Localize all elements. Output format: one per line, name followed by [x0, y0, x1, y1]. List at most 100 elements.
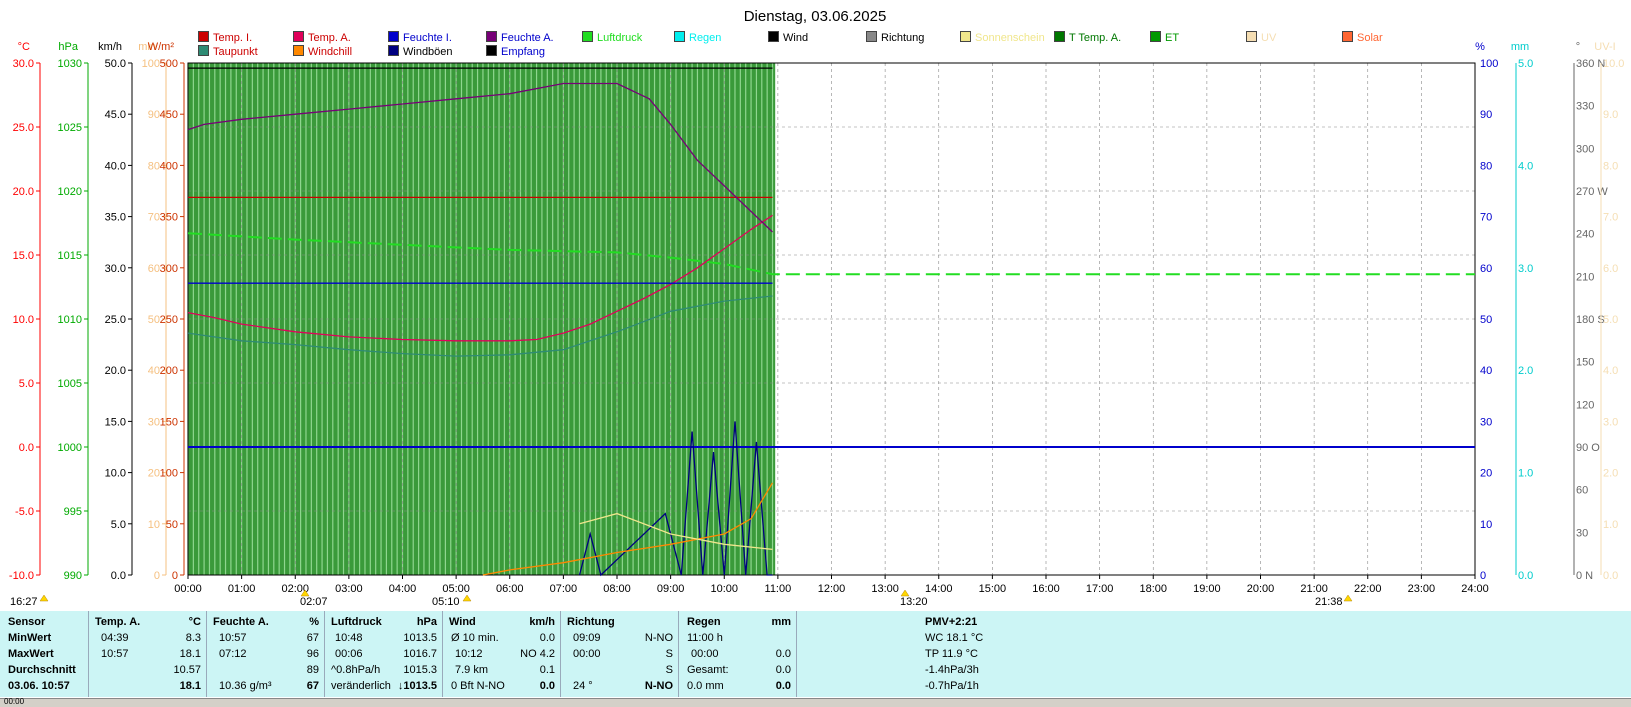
left-axis-tick-label: 20.0 — [105, 365, 126, 377]
left-axis-tick-label: 1020 — [58, 186, 82, 198]
temp-min-value: 8.3 — [185, 632, 201, 644]
legend-item: Windböen — [388, 45, 453, 58]
luftdruck-current-value: ↓1013.5 — [397, 680, 437, 692]
right-axis-tick-label: 1.0 — [1518, 468, 1533, 480]
right-axis-tick-label: 2.0 — [1603, 468, 1618, 480]
marker-label-1: 16:27 — [10, 596, 38, 608]
feuchte-min-value: 67 — [306, 632, 319, 644]
marker-label-3: 05:10 — [432, 596, 460, 608]
stats-wind-column: Wind km/h Ø 10 min. 0.0 10:12 NO 4.2 7.9 km… — [442, 611, 561, 697]
sun-marker-icon — [1343, 594, 1353, 602]
legend-label: Richtung — [881, 32, 925, 44]
left-axis-tick-label: 60 — [148, 263, 160, 275]
right-axis-tick-label: 7.0 — [1603, 212, 1618, 224]
right-axis-tick-label: 180 S — [1576, 314, 1605, 326]
legend-swatch — [388, 45, 399, 56]
stats-pmv-column: PMV+2:21 WC 18.1 °C TP 11.9 °C -1.4hPa/3… — [796, 611, 1628, 697]
left-axis-tick-label: 30 — [148, 416, 160, 428]
regen-r2-time: 00:00 — [691, 648, 719, 660]
right-axis-tick-label: 70 — [1480, 212, 1492, 224]
left-axis-tick-label: 100 — [160, 468, 178, 480]
right-axis-tick-label: 50 — [1480, 314, 1492, 326]
legend-item: Feuchte I. — [388, 31, 452, 44]
x-tick-label: 22:00 — [1354, 583, 1382, 595]
stats-sensor-column: Sensor MinWert MaxWert Durchschnitt 03.0… — [4, 611, 88, 697]
left-axis-tick-label: 250 — [160, 314, 178, 326]
legend-label: Taupunkt — [213, 46, 258, 58]
richtung-r1-value: N-NO — [644, 632, 673, 644]
right-axis-unit: ° — [1576, 41, 1580, 53]
wind-max-value: NO 4.2 — [520, 648, 555, 660]
legend-label: Temp. A. — [308, 32, 351, 44]
regen-amount: 0.0 mm — [687, 680, 724, 692]
left-axis-tick-label: -5.0 — [15, 506, 34, 518]
right-axis-tick-label: 0 — [1480, 570, 1486, 582]
right-axis-tick-label: 5.0 — [1518, 58, 1533, 70]
chart-title: Dienstag, 03.06.2025 — [744, 8, 887, 25]
left-axis-tick-label: 0.0 — [111, 570, 126, 582]
right-axis-tick-label: 240 — [1576, 229, 1594, 241]
x-tick-label: 23:00 — [1408, 583, 1436, 595]
legend-item: Richtung — [866, 31, 924, 44]
left-axis-unit: W/m² — [148, 41, 175, 53]
right-axis-tick-label: 3.0 — [1603, 416, 1618, 428]
legend-item: Solar — [1342, 31, 1383, 44]
right-axis-tick-label: 2.0 — [1518, 365, 1533, 377]
right-axis-tick-label: 10 — [1480, 519, 1492, 531]
left-axis-tick-label: 10 — [148, 519, 160, 531]
left-axis-tick-label: 1000 — [58, 442, 82, 454]
left-axis-tick-label: 5.0 — [111, 519, 126, 531]
statistics-panel: Sensor MinWert MaxWert Durchschnitt 03.0… — [0, 611, 1631, 697]
x-tick-label: 11:00 — [765, 583, 792, 595]
legend-label: Solar — [1357, 32, 1383, 44]
left-axis-tick-label: 450 — [160, 109, 178, 121]
windchill-value: WC 18.1 °C — [925, 632, 984, 644]
right-axis-tick-label: 1.0 — [1603, 519, 1618, 531]
right-axis-tick-label: 210 — [1576, 271, 1594, 283]
marker-label-2: 02:07 — [300, 596, 328, 608]
regen-header: Regen — [687, 616, 721, 628]
stats-feuchte-column: Feuchte A.% 10:57 67 07:12 96 89 10.36 g/m… — [206, 611, 325, 697]
right-axis-tick-label: 80 — [1480, 160, 1492, 172]
temp-min-time: 04:39 — [101, 632, 129, 644]
legend-swatch — [293, 45, 304, 56]
taupunkt-value: TP 11.9 °C — [925, 648, 978, 660]
right-axis-tick-label: 270 W — [1576, 186, 1608, 198]
legend-swatch — [582, 31, 593, 42]
luftdruck-max-time: 00:06 — [335, 648, 363, 660]
right-axis-tick-label: 5.0 — [1603, 314, 1618, 326]
left-axis-tick-label: 25.0 — [105, 314, 126, 326]
minwert-label: MinWert — [8, 632, 52, 644]
right-axis-tick-label: 30 — [1576, 527, 1588, 539]
x-tick-label: 05:00 — [442, 583, 470, 595]
left-axis-tick-label: 1025 — [58, 122, 82, 134]
legend-swatch — [388, 31, 399, 42]
legend-swatch — [293, 31, 304, 42]
pressure-trend-3h: -1.4hPa/3h — [925, 664, 979, 676]
legend-label: Regen — [689, 32, 722, 44]
left-axis-tick-label: 0 — [154, 570, 160, 582]
legend-item: Temp. I. — [198, 31, 252, 44]
legend-item: ET — [1150, 31, 1179, 44]
x-tick-label: 10:00 — [710, 583, 738, 595]
luftdruck-header: Luftdruck — [331, 616, 382, 628]
x-tick-label: 16:00 — [1032, 583, 1060, 595]
left-axis-tick-label: 350 — [160, 212, 178, 224]
legend-label: Windböen — [403, 46, 453, 58]
legend-swatch — [486, 31, 497, 42]
wind-r3-value: 0.1 — [539, 664, 555, 676]
legend-label: Feuchte I. — [403, 32, 452, 44]
left-axis-tick-label: 10.0 — [13, 314, 34, 326]
regen-r2-value: 0.0 — [775, 648, 791, 660]
right-axis-tick-label: 4.0 — [1603, 365, 1618, 377]
left-axis-tick-label: 25.0 — [13, 122, 34, 134]
maxwert-label: MaxWert — [8, 648, 54, 660]
legend-swatch — [1246, 31, 1257, 42]
luftdruck-min-time: 10:48 — [335, 632, 363, 644]
legend-swatch — [486, 45, 497, 56]
left-axis-unit: km/h — [98, 41, 122, 53]
feuchte-avg-value: 89 — [306, 664, 319, 676]
x-tick-label: 20:00 — [1247, 583, 1275, 595]
legend-item: Regen — [674, 31, 721, 44]
legend-swatch — [1342, 31, 1353, 42]
